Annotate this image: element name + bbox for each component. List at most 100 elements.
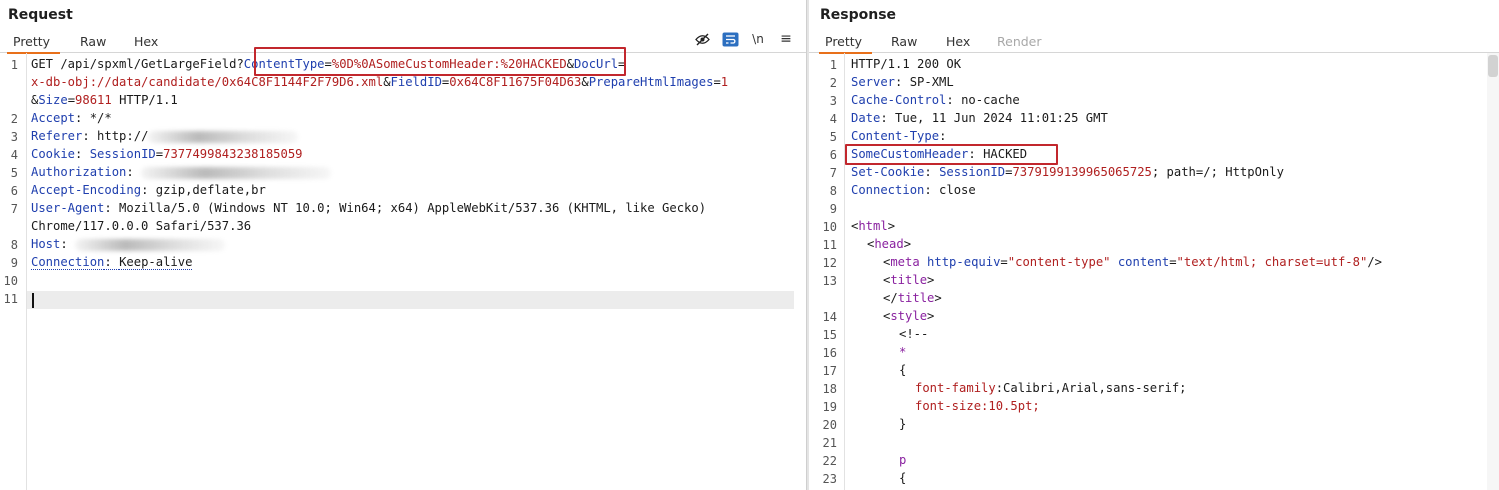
- header-host: Host:: [31, 237, 226, 251]
- gutter-divider: [26, 53, 27, 490]
- css-selector: p: [899, 453, 907, 467]
- query-separator: ?: [236, 57, 244, 71]
- header-value: : Mozilla/5.0 (Windows NT 10.0; Win64; x…: [104, 201, 707, 215]
- tab-hex[interactable]: Hex: [134, 34, 158, 49]
- header-name: SomeCustomHeader: [851, 147, 969, 161]
- response-title: Response: [820, 7, 897, 23]
- newline-icon[interactable]: \n: [748, 30, 768, 48]
- header-name: Authorization: [31, 165, 127, 179]
- header-name: Accept: [31, 111, 76, 125]
- param-name: Size: [38, 93, 68, 107]
- status-line: HTTP/1.1 200 OK: [851, 57, 962, 71]
- header-name: Cache-Control: [851, 93, 947, 107]
- tag-bracket: >: [927, 309, 935, 323]
- header-cache-control: Cache-Control: no-cache: [851, 93, 1020, 107]
- line-number: 9: [10, 256, 18, 270]
- header-name: Host: [31, 237, 61, 251]
- request-editor[interactable]: 1 2 3 4 5 6 7 8 9 10 11 GET /api/spxml/G…: [0, 53, 806, 490]
- line-number: 5: [10, 166, 18, 180]
- header-name: Cookie: [31, 147, 76, 161]
- header-name: Set-Cookie: [851, 165, 925, 179]
- tag-bracket: >: [934, 291, 942, 305]
- css-property: font-family: [915, 381, 996, 395]
- header-value: : Tue, 11 Jun 2024 11:01:25 GMT: [880, 111, 1108, 125]
- equals: =: [155, 147, 164, 161]
- equals: =: [1169, 255, 1177, 269]
- param-value: x-db-obj://data/candidate/0x64C8F1144F2F…: [31, 75, 384, 89]
- line-number: 20: [822, 418, 837, 432]
- line-number: 6: [10, 184, 18, 198]
- line-number: 4: [829, 112, 837, 126]
- header-content-type: Content-Type:: [851, 129, 946, 143]
- header-separator: :: [104, 255, 120, 270]
- line-number: 9: [829, 202, 837, 216]
- tag-name: head: [874, 237, 904, 251]
- request-method-path: GET /api/spxml/GetLargeField: [31, 57, 237, 71]
- current-line-highlight: [27, 291, 794, 309]
- tab-raw[interactable]: Raw: [80, 34, 106, 49]
- cookie-value: 7377499843238185059: [163, 147, 303, 161]
- header-name: Referer: [31, 129, 83, 143]
- param-name: PrepareHtmlImages: [588, 75, 714, 89]
- wrap-lines-icon[interactable]: [720, 30, 740, 48]
- tab-hex[interactable]: Hex: [946, 34, 970, 49]
- header-value: Keep-alive: [119, 255, 193, 270]
- request-pane: Request Pretty Raw Hex \n ≡ 1 2 3 4 5 6 …: [0, 0, 806, 490]
- line-number: 15: [822, 328, 837, 342]
- tab-pretty[interactable]: Pretty: [6, 34, 61, 54]
- header-accept: Accept: */*: [31, 111, 112, 125]
- attr-value: "content-type": [1007, 255, 1111, 269]
- css-brace: {: [899, 471, 907, 485]
- line-number: 1: [10, 58, 18, 72]
- tag-name: title: [897, 291, 935, 305]
- css-property: font-size: [915, 399, 982, 413]
- header-value: : gzip,deflate,br: [141, 183, 266, 197]
- header-referer: Referer: http://: [31, 129, 299, 143]
- scrollbar-thumb[interactable]: [1488, 55, 1498, 77]
- gutter-divider: [844, 53, 845, 490]
- tab-render[interactable]: Render: [997, 34, 1042, 49]
- line-number: 2: [10, 112, 18, 126]
- response-editor[interactable]: 1 2 3 4 5 6 7 8 9 10 11 12 13 14 15 16 1…: [809, 53, 1499, 490]
- param-value: 0x64C8F11675F04D63: [449, 75, 582, 89]
- header-separator: :: [924, 165, 940, 179]
- line-number: 7: [829, 166, 837, 180]
- redacted-blur: [75, 238, 226, 251]
- ampersand: &: [581, 75, 589, 89]
- request-title: Request: [8, 7, 73, 23]
- menu-icon[interactable]: ≡: [776, 30, 796, 48]
- param-name: DocUrl: [574, 57, 619, 71]
- response-tabs: Pretty Raw Hex Render: [809, 32, 1499, 54]
- param-value: 1: [720, 75, 729, 89]
- title-close-line: </title>: [883, 291, 942, 305]
- http-version: HTTP/1.1: [111, 93, 178, 107]
- html-tag-line: <html>: [851, 219, 895, 233]
- title-open-line: <title>: [883, 273, 934, 287]
- request-line-wrap: &Size=98611 HTTP/1.1: [31, 93, 178, 107]
- line-number: 3: [10, 130, 18, 144]
- css-declaration: font-family:Calibri,Arial,sans-serif;: [915, 381, 1187, 395]
- header-connection: Connection: close: [851, 183, 976, 197]
- response-scrollbar[interactable]: [1487, 53, 1499, 490]
- header-connection: Connection: Keep-alive: [31, 255, 193, 270]
- redacted-blur: [141, 166, 332, 179]
- tag-bracket: >: [887, 219, 896, 233]
- style-open-line: <style>: [883, 309, 934, 323]
- header-value: : HACKED: [968, 147, 1028, 161]
- line-number: 3: [829, 94, 837, 108]
- header-name: Date: [851, 111, 881, 125]
- tab-pretty[interactable]: Pretty: [818, 34, 873, 54]
- param-value: 98611: [75, 93, 112, 107]
- param-value: %0D%0ASomeCustomHeader:%20HACKED: [331, 57, 567, 71]
- header-some-custom-header: SomeCustomHeader: HACKED: [851, 147, 1027, 161]
- tab-raw[interactable]: Raw: [891, 34, 917, 49]
- meta-tag-line: <meta http-equiv="content-type" content=…: [883, 255, 1382, 269]
- header-name: User-Agent: [31, 201, 105, 215]
- cookie-value: 7379199139965065725: [1012, 165, 1152, 179]
- eye-slash-icon[interactable]: [692, 30, 712, 48]
- param-name: ContentType: [243, 57, 325, 71]
- line-number: 2: [829, 76, 837, 90]
- tag-bracket: >: [903, 237, 912, 251]
- header-name: Accept-Encoding: [31, 183, 142, 197]
- line-number: 8: [829, 184, 837, 198]
